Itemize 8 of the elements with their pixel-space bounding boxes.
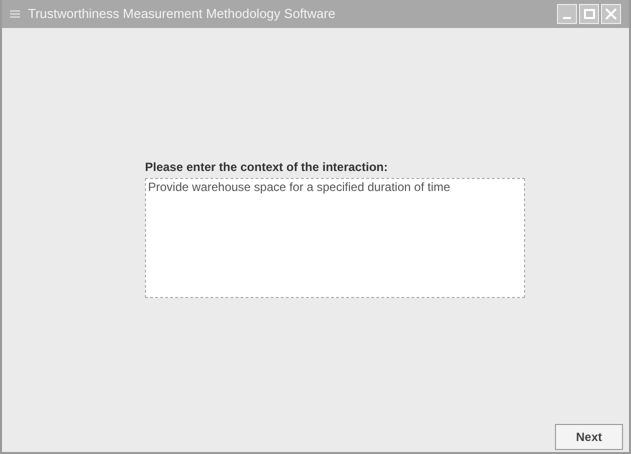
next-button[interactable]: Next (555, 424, 623, 450)
prompt-label: Please enter the context of the interaction: (145, 159, 389, 176)
context-field[interactable]: Provide warehouse space for a specified duration of time (145, 178, 525, 298)
window-title: Trustworthiness Measurement Methodology Software (28, 5, 336, 24)
menu-icon[interactable] (10, 10, 20, 18)
close-button[interactable] (601, 4, 621, 24)
minimize-button[interactable] (557, 4, 577, 24)
maximize-button[interactable] (579, 4, 599, 24)
